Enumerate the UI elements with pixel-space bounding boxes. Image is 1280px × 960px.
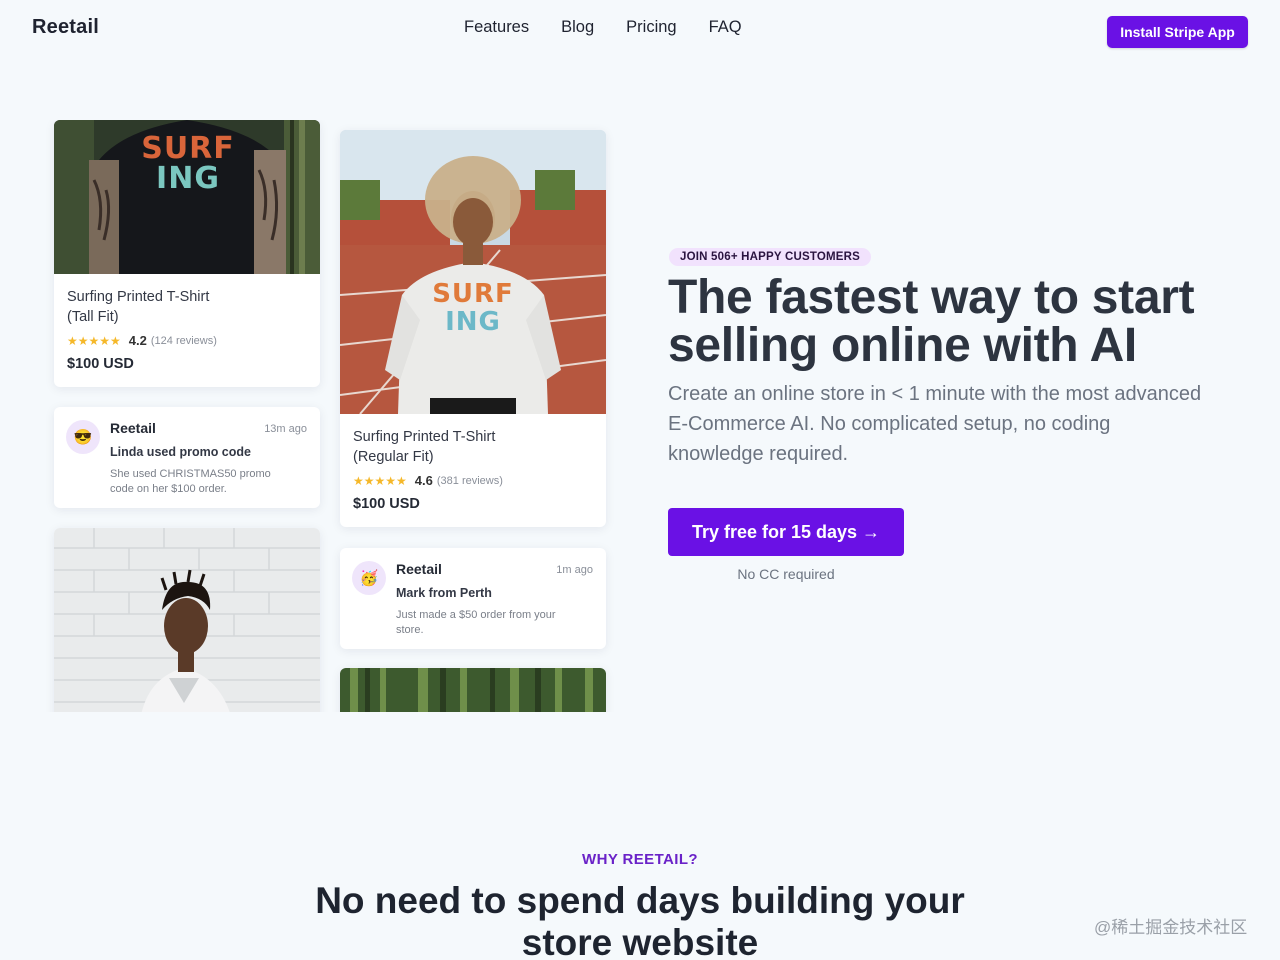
notification-description: She used CHRISTMAS50 promo code on her $…	[110, 468, 271, 495]
avatar-sunglasses-emoji-icon: 😎	[66, 420, 100, 454]
notification-time: 13m ago	[264, 423, 307, 435]
hero-subtitle: Create an online store in < 1 minute wit…	[668, 383, 1202, 465]
section-eyebrow: WHY REETAIL?	[582, 851, 698, 868]
shirt-print-text: SURF ING	[141, 131, 235, 196]
nav-link-blog[interactable]: Blog	[561, 18, 594, 37]
avatar-party-emoji-icon: 🥳	[352, 561, 386, 595]
nav-link-pricing[interactable]: Pricing	[626, 18, 676, 37]
notification-description: Just made a $50 order from your store.	[396, 609, 556, 636]
notification-title: Linda used promo code	[110, 445, 251, 459]
product-info: Surfing Printed T-Shirt (Tall Fit) ★★★★★…	[67, 287, 217, 372]
product-info: Surfing Printed T-Shirt (Regular Fit) ★★…	[353, 427, 503, 512]
logo[interactable]: Reetail	[32, 16, 99, 39]
sweatshirt-print-text: SURF ING	[432, 279, 514, 337]
product-photo-black-tee: SURF ING	[54, 120, 320, 274]
product-price: $100 USD	[67, 356, 134, 372]
product-photo-white-sweatshirt: SURF ING	[340, 130, 606, 414]
rating-stars-icon: ★★★★★	[353, 473, 407, 488]
product-photo-bamboo	[340, 668, 606, 712]
product-card-tall-fit[interactable]: SURF ING Surfing Printed T-Shirt (Tall F…	[54, 120, 320, 387]
customers-badge: JOIN 506+ HAPPY CUSTOMERS	[669, 248, 872, 266]
rating-stars-icon: ★★★★★	[67, 333, 121, 348]
rating-score: 4.6	[414, 473, 433, 488]
install-stripe-app-button[interactable]: Install Stripe App	[1107, 16, 1248, 48]
product-rating: ★★★★★ 4.6 (381 reviews)	[353, 473, 503, 488]
product-photo-white-tee	[54, 528, 320, 712]
review-count: (124 reviews)	[150, 334, 217, 347]
cta-note: No CC required	[737, 566, 835, 582]
notification-card-promo: 😎 Reetail 13m ago Linda used promo code …	[54, 407, 320, 508]
rating-score: 4.2	[128, 333, 147, 348]
product-card-regular-fit[interactable]: SURF ING Surfing Printed T-Shirt (Regula…	[340, 130, 606, 527]
notification-sender: Reetail	[396, 561, 442, 577]
try-free-button[interactable]: Try free for 15 days →	[668, 508, 904, 556]
product-gallery: SURF ING Surfing Printed T-Shirt (Tall F…	[44, 120, 620, 712]
top-nav: Reetail Features Blog Pricing FAQ Instal…	[0, 0, 1280, 60]
product-price: $100 USD	[353, 496, 420, 512]
hero-title: The fastest way to start selling online …	[668, 271, 1195, 372]
notification-title: Mark from Perth	[396, 586, 492, 600]
notification-time: 1m ago	[556, 564, 593, 576]
nav-link-faq[interactable]: FAQ	[709, 18, 742, 37]
notification-sender: Reetail	[110, 420, 156, 436]
section-title: No need to spend days building your stor…	[315, 880, 965, 960]
product-card-partial[interactable]	[340, 668, 606, 712]
review-count: (381 reviews)	[436, 474, 503, 487]
notification-card-order: 🥳 Reetail 1m ago Mark from Perth Just ma…	[340, 548, 606, 649]
nav-links: Features Blog Pricing FAQ	[464, 18, 742, 37]
nav-link-features[interactable]: Features	[464, 18, 529, 37]
watermark: @稀土掘金技术社区	[1094, 918, 1248, 937]
product-card-white-tee[interactable]	[54, 528, 320, 712]
product-title[interactable]: Surfing Printed T-Shirt (Regular Fit)	[353, 427, 503, 467]
product-rating: ★★★★★ 4.2 (124 reviews)	[67, 333, 217, 348]
product-title[interactable]: Surfing Printed T-Shirt (Tall Fit)	[67, 287, 217, 327]
